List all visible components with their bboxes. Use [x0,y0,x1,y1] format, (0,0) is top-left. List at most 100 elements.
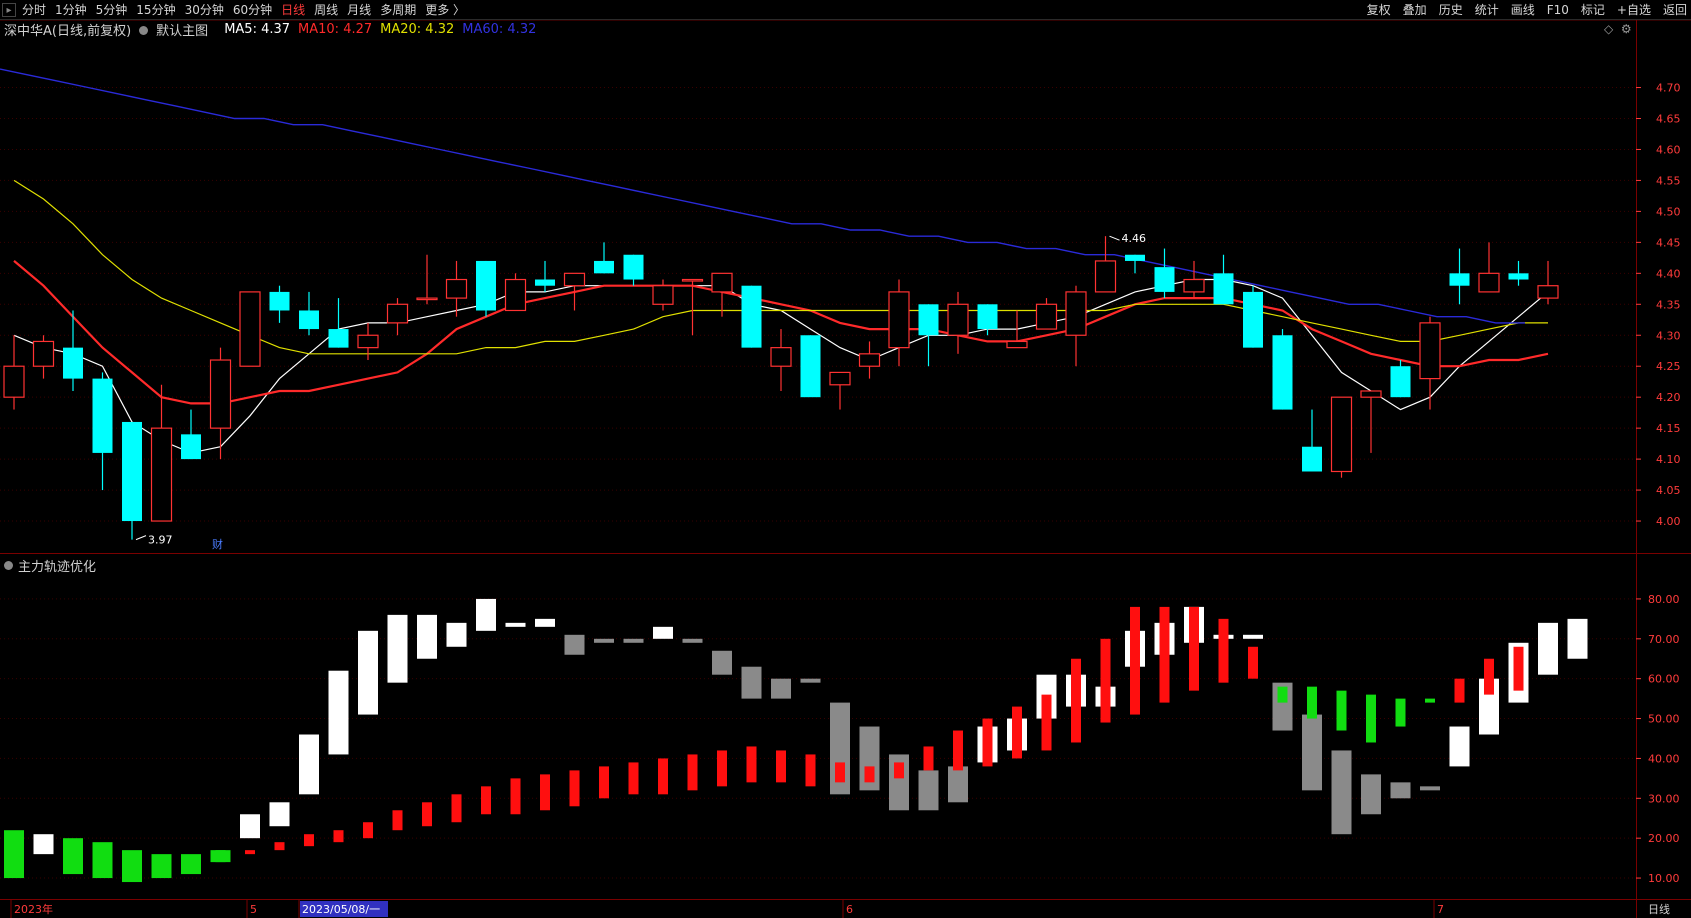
candle [1449,248,1470,305]
indicator-bar [1243,634,1263,639]
candle-body [1213,273,1234,305]
indicator-bar [1302,714,1322,791]
indicator-bar [505,622,526,627]
candle-body [92,378,113,453]
indicator-bar [1449,726,1470,767]
candle-body [1243,291,1263,348]
indicator-overlay-bar [982,718,993,767]
candle [563,272,586,311]
candle [1272,329,1293,410]
indicator-bar [800,678,821,683]
price-tick-label: 4.35 [1656,298,1681,311]
indicator-bar [328,670,349,755]
candle [1125,254,1145,274]
indicator-overlay-bar [1012,706,1022,759]
indicator-overlay-bar [1336,690,1347,731]
candle [92,372,113,491]
candle-body [239,291,261,367]
indicator-bar [63,838,83,875]
candle [1243,285,1263,348]
indicator-overlay-bar [451,794,462,823]
candle-body [1094,260,1117,293]
candle-body [1537,285,1559,299]
indicator-bar [122,850,142,883]
candle-body [181,434,201,460]
candle [416,254,438,305]
candle [239,291,261,367]
candle-body [1183,278,1205,293]
candle-body [476,260,496,311]
candle [1094,236,1117,293]
candle-body [32,340,55,367]
candle-body [122,421,142,522]
indicator-overlay-bar [1395,698,1406,727]
price-tick-label: 4.25 [1656,360,1681,373]
candle [1390,360,1411,398]
annotation-pointer [135,535,147,541]
candle-body [1330,396,1353,473]
indicator-overlay-bar [540,774,550,811]
candle [150,384,173,522]
candle-body [829,371,851,386]
indicator-bar [1390,782,1411,799]
indicator-overlay-bar [569,770,580,807]
date-label: 6 [846,903,853,916]
indicator-overlay-bar [923,746,934,771]
indicator-tick-label: 30.00 [1648,792,1680,805]
indicator-overlay-bar [628,762,639,795]
price-tick-label: 4.30 [1656,329,1681,342]
indicator-tick-label: 50.00 [1648,713,1680,726]
candle-body [1478,272,1500,293]
candle [1419,316,1441,410]
indicator-overlay-bar [1277,686,1288,703]
indicator-overlay-bar [481,786,491,815]
candle-body [3,365,25,398]
candle [328,298,349,348]
candle [1213,254,1234,305]
candle-body [416,297,438,301]
indicator-overlay-bar [333,830,344,843]
price-tick-label: 4.55 [1656,174,1681,187]
indicator-overlay-bar [363,822,373,839]
candle [1360,390,1382,453]
candle-body [741,285,762,348]
indicator-bar [240,814,260,839]
price-tick-label: 4.05 [1656,484,1681,497]
candle [594,242,614,274]
candle [1065,285,1087,367]
indicator-bar [1538,622,1558,675]
candle [829,371,851,410]
indicator-tick-label: 20.00 [1648,832,1680,845]
indicator-overlay-bar [1307,686,1317,719]
indicator-overlay-bar [805,754,816,787]
indicator-overlay-bar [1366,694,1376,743]
price-tick-label: 4.15 [1656,422,1681,435]
indicator-bar [1567,618,1588,659]
date-label: 2023年 [14,902,53,916]
indicator-bar [181,854,201,875]
candle [32,335,55,379]
indicator-overlay-bar [510,778,521,815]
indicator-bar [417,614,437,659]
candle [476,260,496,317]
indicator-tick-label: 70.00 [1648,633,1680,646]
price-tick-label: 4.45 [1656,236,1681,249]
candle-body [328,329,349,348]
candle-body [711,272,733,293]
candle-body [1302,446,1322,472]
indicator-overlay-bar [687,754,698,791]
candle-body [1272,335,1293,410]
candle [299,291,319,336]
candle-body [299,310,319,330]
price-tick-label: 4.65 [1656,113,1681,126]
stock-chart[interactable]: 4.70 4.65 4.60 4.55 4.50 4.45 4.40 4.35 4.30 4.25… [0,0,1691,918]
indicator-overlay-bar [835,762,845,783]
candle [918,304,939,367]
candle [947,291,969,354]
indicator-bar [535,618,555,627]
indicator-overlay-bar [1248,646,1258,679]
indicator-overlay-bar [1513,646,1524,691]
indicator-overlay-bar [1071,658,1081,743]
candle-body [1065,291,1087,336]
indicator-bar [1420,786,1440,791]
